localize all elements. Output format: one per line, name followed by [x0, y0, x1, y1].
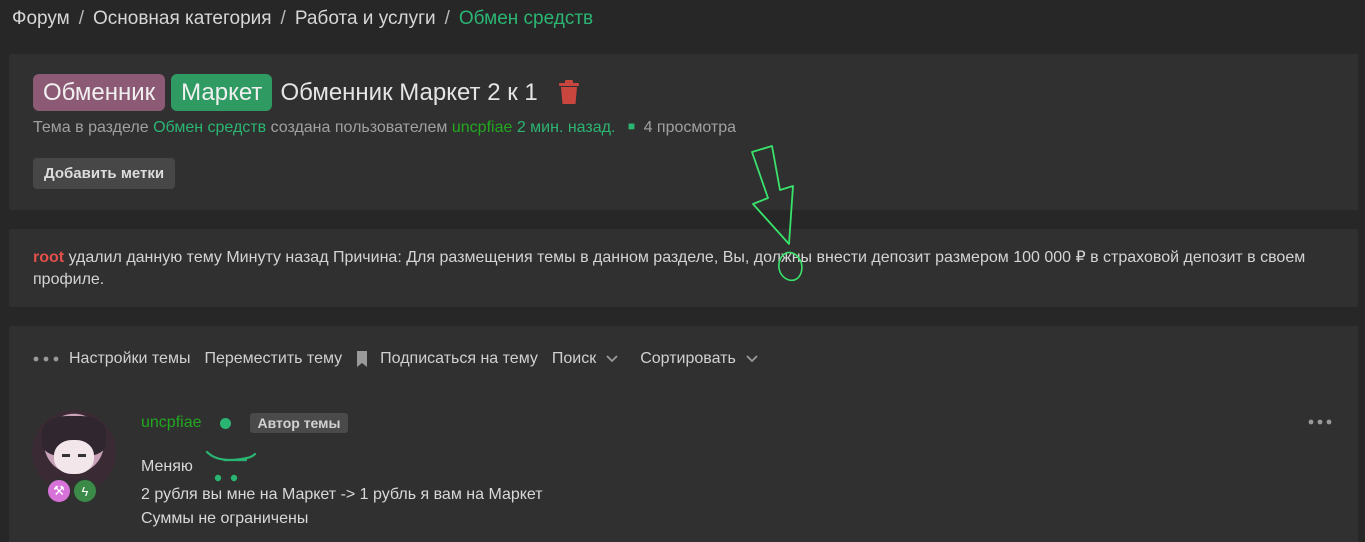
post-line: Суммы не ограничены [141, 510, 309, 527]
online-dot-icon [219, 417, 231, 429]
post-avatar-block: ⚒ ϟ [32, 410, 118, 506]
breadcrumb-separator: / [78, 8, 84, 29]
sort-label: Сортировать [640, 350, 736, 367]
subscribe-label: Подписаться на тему [380, 350, 538, 367]
trash-icon[interactable] [558, 80, 580, 105]
thread-settings-button[interactable]: Настройки темы [33, 350, 190, 368]
subscribe-button[interactable]: Подписаться на тему [356, 350, 538, 368]
prefix-market[interactable]: Маркет [171, 74, 273, 111]
notice-user-link[interactable]: root [33, 249, 64, 266]
meta-section-link[interactable]: Обмен средств [153, 119, 266, 136]
thread-title: Обменник Маркет 2 к 1 [280, 78, 538, 106]
breadcrumb-separator: / [444, 8, 450, 29]
meta-time[interactable]: 2 мин. назад. [517, 119, 616, 136]
thread-meta: Тема в разделе Обмен средств создана пол… [33, 119, 736, 137]
breadcrumb-item-main-category[interactable]: Основная категория [93, 8, 272, 29]
thread-toolbar: Настройки темы Переместить тему Подписат… [33, 348, 784, 370]
post-username[interactable]: uncpfiae [141, 414, 202, 432]
prefix-exchanger[interactable]: Обменник [33, 74, 166, 111]
hammer-badge-icon[interactable]: ⚒ [46, 478, 72, 504]
meta-author-link[interactable]: uncpfiae [452, 119, 513, 136]
chevron-down-icon [606, 355, 618, 363]
search-label: Поиск [551, 350, 597, 367]
thread-content: Настройки темы Переместить тему Подписат… [9, 326, 1358, 542]
author-badge: Автор темы [249, 413, 349, 433]
deletion-notice: root удалил данную тему Минуту назад При… [9, 229, 1358, 307]
breadcrumb-item-forum[interactable]: Форум [12, 8, 70, 29]
chevron-down-icon [746, 355, 758, 363]
meta-created-text: создана пользователем [270, 119, 448, 136]
notice-text: root удалил данную тему Минуту назад При… [33, 247, 1338, 291]
meta-views: 4 просмотра [643, 119, 737, 136]
sort-dropdown[interactable]: Сортировать [640, 350, 770, 368]
bookmark-icon [357, 351, 368, 367]
thread-settings-label: Настройки темы [69, 350, 191, 367]
breadcrumb-separator: / [280, 8, 286, 29]
post-line: Меняю [141, 458, 193, 475]
breadcrumb-item-current[interactable]: Обмен средств [459, 8, 593, 29]
more-dots-icon [33, 356, 59, 362]
thread-title-row: Обменник Маркет Обменник Маркет 2 к 1 [33, 74, 580, 111]
meta-prefix-text: Тема в разделе [33, 119, 149, 136]
breadcrumb-item-work-services[interactable]: Работа и услуги [295, 8, 436, 29]
notice-message: удалил данную тему Минуту назад Причина:… [33, 249, 1306, 288]
post-user-row: uncpfiae Автор темы [141, 412, 349, 434]
avatar-eye [78, 454, 86, 457]
avatar-eye [62, 454, 70, 457]
post-line: 2 рубля вы мне на Маркет -> 1 рубль я ва… [141, 486, 543, 503]
post-more-icon[interactable] [1308, 419, 1332, 425]
meta-dot-icon: ■ [627, 119, 636, 133]
move-thread-label: Переместить тему [204, 350, 343, 367]
post-body: Меняю 2 рубля вы мне на Маркет -> 1 рубл… [141, 454, 543, 531]
move-thread-button[interactable]: Переместить тему [204, 350, 342, 368]
breadcrumb: Форум / Основная категория / Работа и услуги… [12, 8, 593, 30]
add-tags-button[interactable]: Добавить метки [33, 158, 176, 189]
avatar[interactable] [32, 410, 116, 494]
lightning-badge-icon[interactable]: ϟ [72, 478, 98, 504]
thread-header: Обменник Маркет Обменник Маркет 2 к 1 Те… [9, 54, 1358, 210]
avatar-face [54, 440, 94, 474]
search-dropdown[interactable]: Поиск [552, 350, 630, 368]
